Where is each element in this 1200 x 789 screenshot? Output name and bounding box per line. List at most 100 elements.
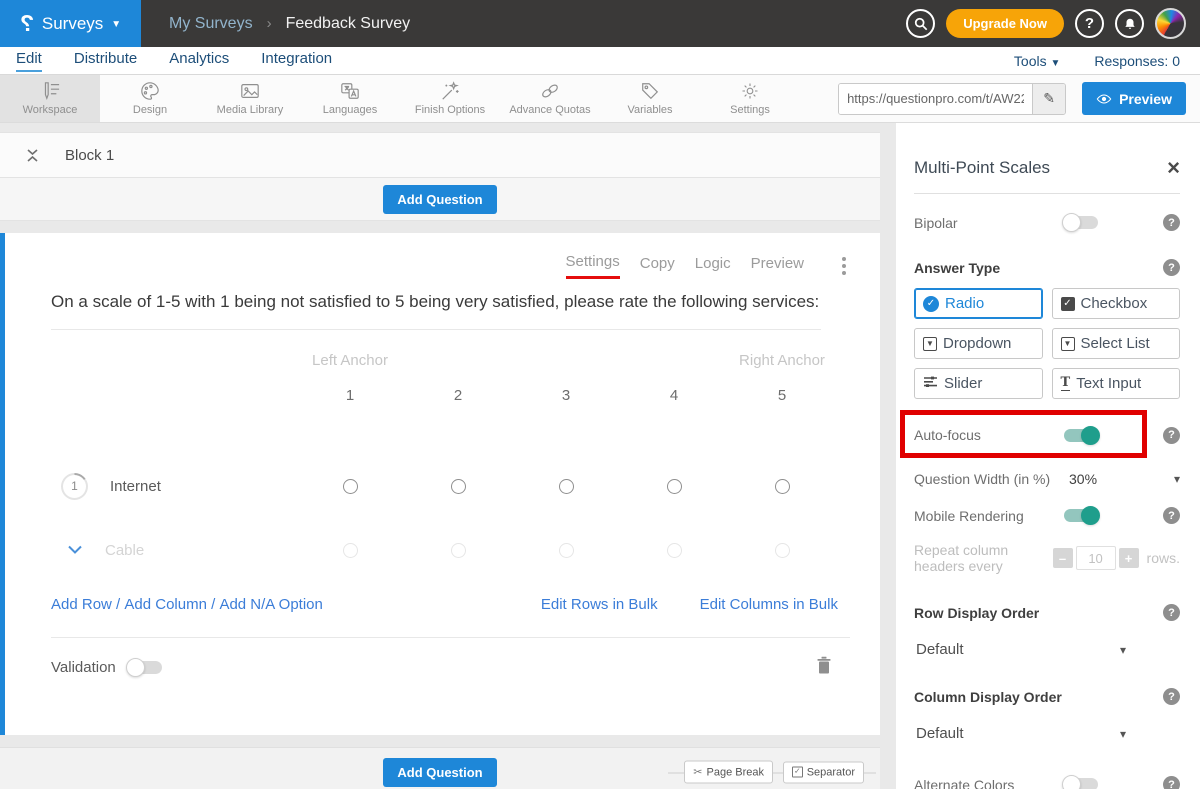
help-icon[interactable]: ? bbox=[1163, 259, 1180, 276]
column-header[interactable]: 4 bbox=[620, 387, 728, 404]
question-tab-settings[interactable]: Settings bbox=[566, 253, 620, 279]
breadcrumb-parent[interactable]: My Surveys bbox=[169, 15, 253, 33]
toolbar-finish-options[interactable]: Finish Options bbox=[400, 75, 500, 122]
radio-option[interactable] bbox=[343, 543, 358, 558]
chain-link-icon bbox=[539, 81, 561, 101]
column-header[interactable]: 3 bbox=[512, 387, 620, 404]
left-anchor-label[interactable]: Left Anchor bbox=[296, 352, 404, 369]
row-label[interactable]: Cable bbox=[105, 542, 144, 559]
question-tab-preview[interactable]: Preview bbox=[751, 255, 804, 278]
add-na-option-link[interactable]: Add N/A Option bbox=[219, 596, 322, 613]
help-icon[interactable]: ? bbox=[1163, 688, 1180, 705]
auto-focus-toggle[interactable] bbox=[1064, 429, 1098, 442]
radio-option[interactable] bbox=[559, 479, 574, 494]
column-display-order-select[interactable]: Default ▾ bbox=[914, 725, 1126, 742]
survey-url-input[interactable] bbox=[839, 84, 1032, 114]
radio-option[interactable] bbox=[559, 543, 574, 558]
upgrade-now-button[interactable]: Upgrade Now bbox=[946, 9, 1064, 38]
toolbar-variables[interactable]: Variables bbox=[600, 75, 700, 122]
question-tab-logic[interactable]: Logic bbox=[695, 255, 731, 278]
nav-right: Tools ▼ Responses: 0 bbox=[1014, 53, 1184, 69]
radio-option[interactable] bbox=[667, 543, 682, 558]
survey-url-group: ✎ Preview bbox=[838, 75, 1200, 122]
question-width-value[interactable]: 30% bbox=[1069, 471, 1097, 487]
collapse-block-button[interactable] bbox=[26, 149, 39, 162]
bipolar-toggle[interactable] bbox=[1064, 216, 1098, 229]
add-row-link[interactable]: Add Row bbox=[51, 596, 112, 613]
answer-type-slider[interactable]: Slider bbox=[914, 368, 1043, 399]
edit-url-button[interactable]: ✎ bbox=[1032, 84, 1065, 114]
toolbar-workspace[interactable]: Workspace bbox=[0, 75, 100, 122]
minus-button[interactable]: – bbox=[1053, 548, 1073, 568]
question-text[interactable]: On a scale of 1-5 with 1 being not satis… bbox=[51, 289, 821, 330]
column-header[interactable]: 1 bbox=[296, 387, 404, 404]
toolbar-media-library[interactable]: Media Library bbox=[200, 75, 300, 122]
right-anchor-label[interactable]: Right Anchor bbox=[728, 352, 836, 369]
surveys-menu[interactable]: ? Surveys ▼ bbox=[0, 0, 141, 47]
radio-option[interactable] bbox=[775, 479, 790, 494]
delete-question-button[interactable] bbox=[816, 656, 832, 679]
search-button[interactable] bbox=[906, 9, 935, 38]
notifications-button[interactable] bbox=[1115, 9, 1144, 38]
row-display-order-select[interactable]: Default ▾ bbox=[914, 641, 1126, 658]
editor-toolbar: Workspace Design Media Library Languages… bbox=[0, 75, 1200, 123]
radio-option[interactable] bbox=[343, 479, 358, 494]
add-column-link[interactable]: Add Column bbox=[124, 596, 207, 613]
page-break-button[interactable]: ✂ Page Break bbox=[684, 761, 773, 784]
row-chevron-button[interactable] bbox=[67, 541, 83, 559]
chevron-down-icon[interactable]: ▾ bbox=[1174, 472, 1180, 486]
answer-type-checkbox[interactable]: ✓ Checkbox bbox=[1052, 288, 1181, 319]
preview-button[interactable]: Preview bbox=[1082, 82, 1186, 115]
topbar-actions: Upgrade Now ? bbox=[906, 0, 1200, 47]
help-icon[interactable]: ? bbox=[1163, 427, 1180, 444]
column-header[interactable]: 5 bbox=[728, 387, 836, 404]
radio-option[interactable] bbox=[451, 479, 466, 494]
help-icon[interactable]: ? bbox=[1163, 507, 1180, 524]
answer-type-radio[interactable]: ✓ Radio bbox=[914, 288, 1043, 319]
matrix-columns-row: 1 2 3 4 5 bbox=[51, 387, 850, 404]
repeat-headers-value[interactable]: 10 bbox=[1076, 546, 1116, 570]
responses-count[interactable]: Responses: 0 bbox=[1094, 53, 1180, 69]
answer-type-text-input[interactable]: T Text Input bbox=[1052, 368, 1181, 399]
radio-option[interactable] bbox=[451, 543, 466, 558]
question-tab-copy[interactable]: Copy bbox=[640, 255, 675, 278]
tab-integration[interactable]: Integration bbox=[261, 50, 332, 72]
breadcrumb: My Surveys › Feedback Survey bbox=[169, 0, 410, 47]
toolbar-design[interactable]: Design bbox=[100, 75, 200, 122]
tab-edit[interactable]: Edit bbox=[16, 50, 42, 72]
help-button[interactable]: ? bbox=[1075, 9, 1104, 38]
answer-type-dropdown[interactable]: ▼ Dropdown bbox=[914, 328, 1043, 359]
toolbar-languages[interactable]: Languages bbox=[300, 75, 400, 122]
radio-option[interactable] bbox=[775, 543, 790, 558]
separator-button[interactable]: ✓ Separator bbox=[783, 761, 864, 783]
tools-dropdown[interactable]: Tools ▼ bbox=[1014, 53, 1060, 69]
column-header[interactable]: 2 bbox=[404, 387, 512, 404]
tab-analytics[interactable]: Analytics bbox=[169, 50, 229, 72]
tab-distribute[interactable]: Distribute bbox=[74, 50, 137, 72]
question-menu-button[interactable] bbox=[838, 255, 850, 277]
survey-url-wrap: ✎ bbox=[838, 83, 1066, 115]
radio-option[interactable] bbox=[667, 479, 682, 494]
mobile-rendering-toggle[interactable] bbox=[1064, 509, 1098, 522]
edit-rows-bulk-link[interactable]: Edit Rows in Bulk bbox=[541, 596, 658, 613]
add-question-button-bottom[interactable]: Add Question bbox=[383, 758, 496, 787]
close-panel-button[interactable]: × bbox=[1167, 157, 1180, 179]
add-question-button-top[interactable]: Add Question bbox=[383, 185, 496, 214]
help-icon[interactable]: ? bbox=[1163, 604, 1180, 621]
block-header: Block 1 bbox=[0, 132, 880, 178]
avatar[interactable] bbox=[1155, 8, 1186, 39]
row-label[interactable]: Internet bbox=[110, 478, 161, 495]
edit-columns-bulk-link[interactable]: Edit Columns in Bulk bbox=[700, 596, 838, 613]
validation-toggle[interactable] bbox=[128, 661, 162, 674]
answer-type-select-list[interactable]: ▼ Select List bbox=[1052, 328, 1181, 359]
repeat-headers-suffix: rows. bbox=[1147, 550, 1180, 566]
help-icon[interactable]: ? bbox=[1163, 776, 1180, 789]
alternate-colors-toggle[interactable] bbox=[1064, 778, 1098, 789]
eye-icon bbox=[1096, 93, 1112, 105]
question-number-badge: 1 bbox=[61, 473, 88, 500]
help-icon[interactable]: ? bbox=[1163, 214, 1180, 231]
chevron-down-icon bbox=[67, 545, 83, 554]
toolbar-settings[interactable]: Settings bbox=[700, 75, 800, 122]
toolbar-advance-quotas[interactable]: Advance Quotas bbox=[500, 75, 600, 122]
plus-button[interactable]: + bbox=[1119, 548, 1139, 568]
